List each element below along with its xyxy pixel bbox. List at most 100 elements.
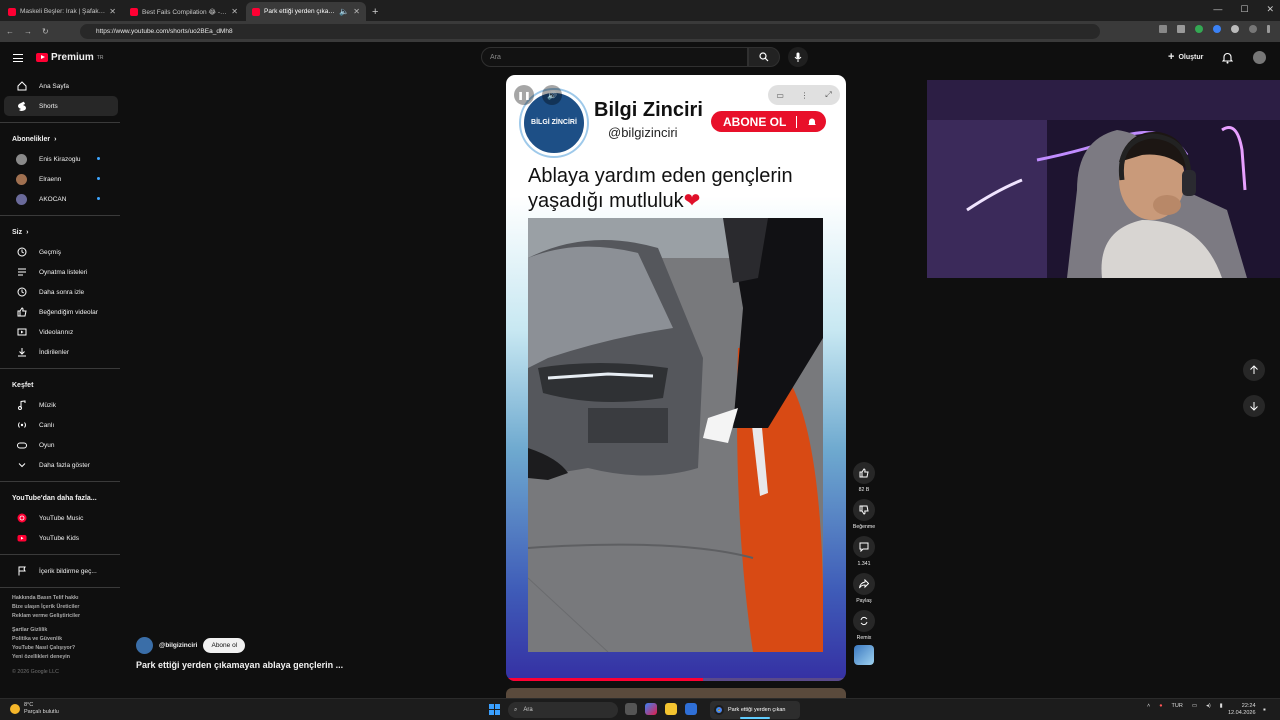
youtube-music-icon	[16, 513, 27, 524]
minimize-icon[interactable]: —	[1213, 4, 1222, 15]
overlay-channel-name: Bilgi Zinciri	[594, 99, 703, 121]
reload-icon[interactable]: ↻	[42, 27, 49, 36]
sidebar-item-music[interactable]: Müzik	[4, 395, 118, 415]
arrow-down-icon	[1250, 402, 1258, 411]
dislike-action[interactable]: Beğenme	[848, 499, 880, 530]
you-header[interactable]: Siz ›	[0, 222, 122, 242]
address-bar[interactable]: https://www.youtube.com/shorts/uo2BEa_dM…	[80, 24, 1100, 39]
sidebar-item-show-more[interactable]: Daha fazla göster	[4, 455, 118, 475]
new-content-dot	[97, 157, 100, 160]
more-options-icon[interactable]: ⋮	[801, 91, 809, 100]
subscriptions-header[interactable]: Abonelikler ›	[0, 129, 122, 149]
extension-icon[interactable]	[1213, 25, 1221, 33]
copilot-icon[interactable]	[645, 703, 657, 715]
sidebar-item-youtube-kids[interactable]: YouTube Kids	[4, 528, 118, 548]
account-avatar[interactable]	[1253, 51, 1266, 64]
sidebar-item-shorts[interactable]: Shorts	[4, 96, 118, 116]
sidebar-item-subscription[interactable]: AKOCAN	[4, 189, 118, 209]
profile-icon[interactable]	[1249, 25, 1257, 33]
captions-icon[interactable]: ▭	[776, 91, 784, 100]
search-icon	[759, 52, 769, 62]
channel-handle[interactable]: @bilgizinciri	[159, 642, 197, 649]
close-tab-icon[interactable]: ✕	[231, 7, 238, 16]
windows-start-icon[interactable]	[489, 704, 500, 715]
like-action[interactable]: 82 B	[848, 462, 880, 493]
pause-button[interactable]: ❚❚	[514, 85, 534, 105]
playback-progress-bar[interactable]	[506, 678, 846, 681]
menu-icon[interactable]	[13, 54, 23, 62]
close-tab-icon[interactable]: ✕	[353, 7, 360, 16]
subscribe-button[interactable]: Abone ol	[203, 638, 246, 653]
next-short-button[interactable]	[1243, 395, 1265, 417]
browser-tab-active[interactable]: Park ettiği yerden çıkamayan...🔈✕	[246, 2, 366, 21]
sidebar-item-home[interactable]: Ana Sayfa	[4, 76, 118, 96]
search-button[interactable]	[748, 47, 780, 67]
close-window-icon[interactable]: ✕	[1266, 4, 1274, 15]
microphone-icon[interactable]: ●	[1159, 703, 1162, 709]
sidebar-item-youtube-music[interactable]: YouTube Music	[4, 508, 118, 528]
channel-avatar[interactable]	[136, 637, 153, 654]
speaker-icon[interactable]: ◂)	[1206, 703, 1211, 709]
remix-action[interactable]: Remix	[848, 610, 880, 665]
sidebar-item-history[interactable]: Geçmiş	[4, 242, 118, 262]
comments-button[interactable]	[853, 536, 875, 558]
youtube-premium-logo[interactable]: Premium TR	[36, 52, 103, 63]
sidebar-item-playlists[interactable]: Oynatma listeleri	[4, 262, 118, 282]
forward-icon[interactable]: →	[24, 27, 32, 36]
notification-icon[interactable]: ▪	[1263, 705, 1266, 714]
search-input[interactable]: Ara	[481, 47, 748, 67]
chrome-icon	[714, 705, 724, 715]
back-icon[interactable]: ←	[6, 27, 14, 36]
new-tab-icon[interactable]: +	[372, 2, 378, 21]
close-tab-icon[interactable]: ✕	[109, 7, 116, 16]
notifications-button[interactable]	[1221, 51, 1234, 69]
remix-button[interactable]	[853, 610, 875, 632]
language-indicator[interactable]: TUR	[1172, 703, 1183, 709]
menu-dots-icon[interactable]	[1267, 25, 1270, 33]
sidebar-item-live[interactable]: Canlı	[4, 415, 118, 435]
shorts-player[interactable]: BİLGİ ZİNCİRİ ❚❚ 🔊 ▭ ⋮ ⤢ Bilgi Zinciri @…	[506, 75, 846, 681]
store-icon[interactable]	[685, 703, 697, 715]
extension-icon[interactable]	[1195, 25, 1203, 33]
weather-widget[interactable]: 8°C Parçalı bulutlu	[10, 702, 59, 715]
taskbar-search[interactable]: ⌕ Ara	[508, 702, 618, 718]
extension-icon[interactable]	[1231, 25, 1239, 33]
previous-short-button[interactable]	[1243, 359, 1265, 381]
battery-icon[interactable]: ▮	[1220, 703, 1223, 709]
share-button[interactable]	[853, 573, 875, 595]
sidebar-item-liked-videos[interactable]: Beğendiğim videolar	[4, 302, 118, 322]
file-explorer-icon[interactable]	[665, 703, 677, 715]
sound-thumbnail[interactable]	[854, 645, 874, 665]
pause-icon: ❚❚	[517, 90, 531, 100]
browser-tab[interactable]: Maskeli Beşler: Irak | Şafak Sezer...✕	[2, 2, 122, 21]
speaker-icon[interactable]: 🔈	[339, 7, 349, 16]
voice-search-button[interactable]	[788, 47, 808, 67]
share-action[interactable]: Paylaş	[848, 573, 880, 604]
sidebar-item-downloads[interactable]: İndirilenler	[4, 342, 118, 362]
task-view-icon[interactable]	[625, 703, 637, 715]
sidebar-item-report[interactable]: İçerik bildirme geç...	[4, 561, 118, 581]
sidebar-item-watch-later[interactable]: Daha sonra izle	[4, 282, 118, 302]
comment-icon	[859, 542, 869, 552]
like-button[interactable]	[853, 462, 875, 484]
sidebar-item-subscription[interactable]: Elraenn	[4, 169, 118, 189]
live-icon	[16, 420, 27, 431]
create-button[interactable]: + Oluştur	[1168, 51, 1203, 63]
chevron-up-icon[interactable]: ˄	[1147, 703, 1150, 709]
network-icon[interactable]: ▭	[1192, 703, 1197, 709]
sidebar-item-subscription[interactable]: Enis Kirazoglu	[4, 149, 118, 169]
comments-action[interactable]: 1.341	[848, 536, 880, 567]
dislike-button[interactable]	[853, 499, 875, 521]
taskbar-chrome-app[interactable]: Park ettiği yerden çıkan	[710, 701, 800, 719]
cast-icon[interactable]	[1159, 25, 1167, 33]
video-title[interactable]: Park ettiği yerden çıkamayan ablaya genç…	[136, 660, 343, 670]
sidebar-item-your-videos[interactable]: Videolarınız	[4, 322, 118, 342]
volume-button[interactable]: 🔊	[542, 85, 562, 105]
sidebar-item-gaming[interactable]: Oyun	[4, 435, 118, 455]
clock[interactable]: 22:24 12.04.2026	[1228, 703, 1256, 716]
next-short-preview[interactable]	[506, 688, 846, 698]
fullscreen-icon[interactable]: ⤢	[825, 90, 831, 100]
bookmark-star-icon[interactable]	[1177, 25, 1185, 33]
browser-tab[interactable]: Best Fails Compilation 😂 - YouTube✕	[124, 2, 244, 21]
maximize-icon[interactable]: ☐	[1240, 4, 1248, 15]
